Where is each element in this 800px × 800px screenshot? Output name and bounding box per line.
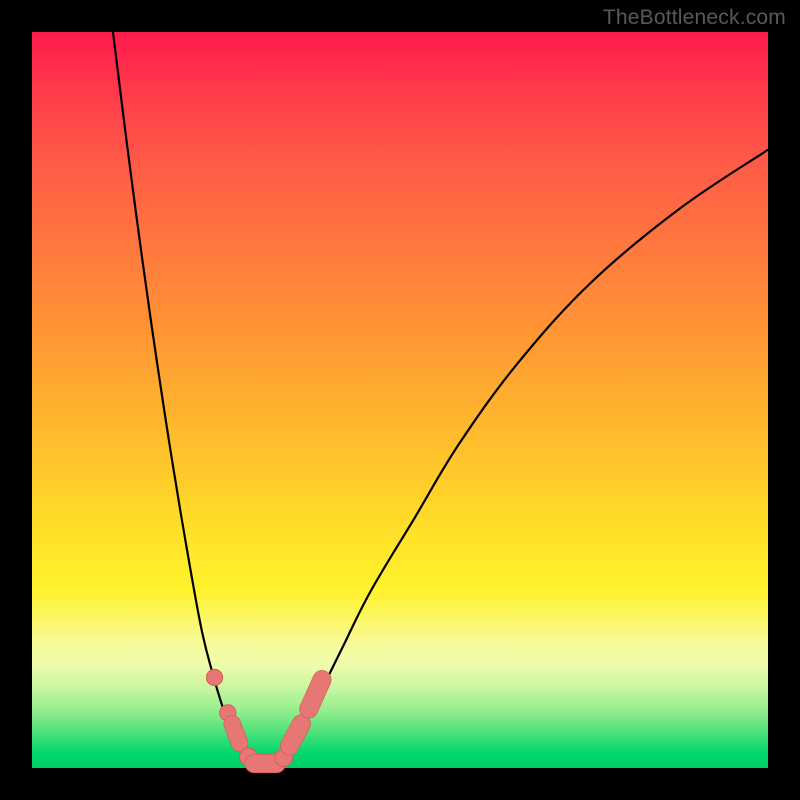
data-marker-2 xyxy=(232,724,239,743)
marker-layer xyxy=(206,669,322,766)
data-marker-0 xyxy=(206,669,222,685)
series-right-branch xyxy=(275,150,768,768)
series-left-branch xyxy=(113,32,253,768)
data-marker-7 xyxy=(309,680,322,709)
chart-frame: TheBottleneck.com xyxy=(0,0,800,800)
data-marker-6 xyxy=(290,724,302,746)
chart-plot-area xyxy=(32,32,768,768)
watermark-text: TheBottleneck.com xyxy=(603,6,786,30)
chart-svg xyxy=(32,32,768,768)
curve-layer xyxy=(113,32,768,768)
